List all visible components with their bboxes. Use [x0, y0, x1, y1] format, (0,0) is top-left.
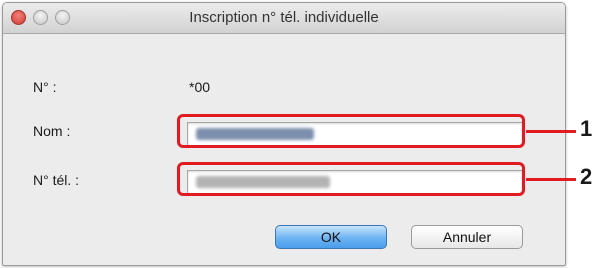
number-label: N° : [33, 79, 57, 95]
callout-2-number: 2 [580, 164, 593, 189]
callout-1-leader [526, 130, 576, 133]
cancel-button[interactable]: Annuler [411, 225, 523, 249]
phone-field-highlight [177, 162, 525, 196]
ok-button[interactable]: OK [275, 225, 387, 249]
callout-2-leader [526, 178, 576, 181]
name-label: Nom : [33, 123, 71, 139]
title-bar[interactable]: Inscription n° tél. individuelle [3, 3, 565, 34]
number-value: *00 [189, 79, 211, 95]
callout-1-number: 1 [580, 116, 593, 141]
phone-label: N° tél. : [33, 172, 80, 188]
window-title: Inscription n° tél. individuelle [189, 9, 379, 26]
name-field-highlight [177, 114, 525, 148]
